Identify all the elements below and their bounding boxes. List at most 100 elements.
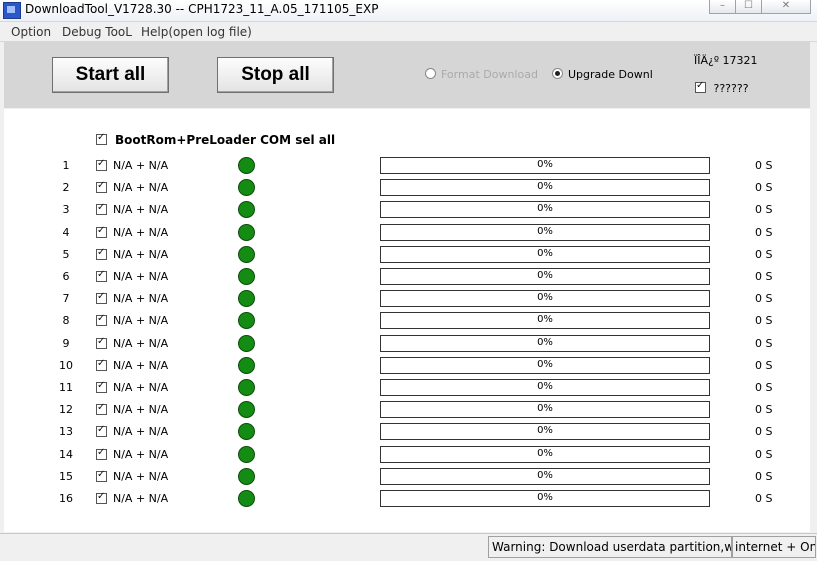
start-all-button[interactable]: Start all bbox=[52, 57, 169, 93]
row-port-label: N/A + N/A bbox=[113, 203, 169, 216]
row-checkbox[interactable] bbox=[96, 180, 107, 193]
radio-off-icon bbox=[425, 68, 436, 79]
row-time: 0 S bbox=[755, 425, 773, 438]
status-bar: Warning: Download userdata partition,wil… bbox=[0, 533, 817, 561]
row-time: 0 S bbox=[755, 248, 773, 261]
row-checkbox[interactable] bbox=[96, 291, 107, 304]
select-all-header[interactable]: BootRom+PreLoader COM sel all bbox=[96, 132, 335, 147]
port-row: 9 N/A + N/A 0% 0 S bbox=[0, 333, 817, 355]
maximize-button[interactable]: ☐ bbox=[735, 0, 762, 14]
toolbar: Start all Stop all Format Download Upgra… bbox=[4, 42, 810, 108]
row-port-label: N/A + N/A bbox=[113, 181, 169, 194]
row-checkbox[interactable] bbox=[96, 158, 107, 171]
status-led-icon bbox=[238, 379, 255, 396]
row-port-label: N/A + N/A bbox=[113, 403, 169, 416]
status-led-icon bbox=[238, 246, 255, 263]
row-number: 12 bbox=[59, 403, 73, 416]
row-time: 0 S bbox=[755, 292, 773, 305]
row-checkbox[interactable] bbox=[96, 469, 107, 482]
row-checkbox[interactable] bbox=[96, 447, 107, 460]
format-download-label: Format Download bbox=[441, 68, 538, 81]
row-time: 0 S bbox=[755, 226, 773, 239]
row-number: 8 bbox=[62, 314, 70, 327]
row-checkbox[interactable] bbox=[96, 380, 107, 393]
status-warning: Warning: Download userdata partition,wil… bbox=[488, 536, 733, 558]
row-checkbox[interactable] bbox=[96, 313, 107, 326]
progress-text: 0% bbox=[537, 292, 553, 303]
row-checkbox[interactable] bbox=[96, 424, 107, 437]
status-led-icon bbox=[238, 157, 255, 174]
row-port-label: N/A + N/A bbox=[113, 337, 169, 350]
row-number: 3 bbox=[62, 203, 70, 216]
row-checkbox[interactable] bbox=[96, 269, 107, 282]
format-download-radio[interactable]: Format Download bbox=[425, 68, 538, 81]
port-row: 16 N/A + N/A 0% 0 S bbox=[0, 488, 817, 510]
progress-text: 0% bbox=[537, 448, 553, 459]
row-port-label: N/A + N/A bbox=[113, 492, 169, 505]
row-port-label: N/A + N/A bbox=[113, 359, 169, 372]
port-row: 13 N/A + N/A 0% 0 S bbox=[0, 421, 817, 443]
port-row: 11 N/A + N/A 0% 0 S bbox=[0, 377, 817, 399]
row-checkbox[interactable] bbox=[96, 225, 107, 238]
checkbox-icon bbox=[695, 80, 706, 93]
row-number: 11 bbox=[59, 381, 73, 394]
port-row: 15 N/A + N/A 0% 0 S bbox=[0, 466, 817, 488]
row-number: 7 bbox=[62, 292, 70, 305]
row-checkbox[interactable] bbox=[96, 491, 107, 504]
menu-debug-tool[interactable]: Debug TooL bbox=[62, 25, 132, 39]
status-led-icon bbox=[238, 224, 255, 241]
progress-text: 0% bbox=[537, 226, 553, 237]
port-row: 14 N/A + N/A 0% 0 S bbox=[0, 444, 817, 466]
row-time: 0 S bbox=[755, 337, 773, 350]
status-led-icon bbox=[238, 201, 255, 218]
port-row: 4 N/A + N/A 0% 0 S bbox=[0, 222, 817, 244]
status-led-icon bbox=[238, 312, 255, 329]
upgrade-download-radio[interactable]: Upgrade Downloa bbox=[552, 68, 652, 81]
progress-text: 0% bbox=[537, 159, 553, 170]
row-time: 0 S bbox=[755, 359, 773, 372]
status-led-icon bbox=[238, 490, 255, 507]
select-all-checkbox-icon bbox=[96, 132, 107, 145]
row-number: 2 bbox=[62, 181, 70, 194]
window-title: DownloadTool_V1728.30 -- CPH1723_11_A.05… bbox=[25, 2, 379, 16]
row-port-label: N/A + N/A bbox=[113, 448, 169, 461]
row-number: 4 bbox=[62, 226, 70, 239]
menu-option[interactable]: Option bbox=[11, 25, 51, 39]
row-checkbox[interactable] bbox=[96, 336, 107, 349]
row-checkbox[interactable] bbox=[96, 358, 107, 371]
row-time: 0 S bbox=[755, 270, 773, 283]
status-led-icon bbox=[238, 446, 255, 463]
row-port-label: N/A + N/A bbox=[113, 248, 169, 261]
row-time: 0 S bbox=[755, 159, 773, 172]
progress-text: 0% bbox=[537, 181, 553, 192]
minimize-button[interactable]: – bbox=[709, 0, 736, 14]
row-checkbox[interactable] bbox=[96, 402, 107, 415]
menu-help[interactable]: Help(open log file) bbox=[141, 25, 252, 39]
close-button[interactable]: ✕ bbox=[761, 0, 811, 14]
option-checkbox-label: ?????? bbox=[713, 82, 749, 95]
status-led-icon bbox=[238, 423, 255, 440]
port-row: 10 N/A + N/A 0% 0 S bbox=[0, 355, 817, 377]
progress-bar: 0% bbox=[380, 490, 710, 507]
progress-text: 0% bbox=[537, 248, 553, 259]
row-checkbox[interactable] bbox=[96, 247, 107, 260]
radio-on-icon bbox=[552, 68, 563, 79]
option-checkbox[interactable]: ?????? bbox=[695, 80, 749, 95]
progress-text: 0% bbox=[537, 492, 553, 503]
progress-text: 0% bbox=[537, 203, 553, 214]
row-time: 0 S bbox=[755, 203, 773, 216]
progress-bar: 0% bbox=[380, 312, 710, 329]
progress-text: 0% bbox=[537, 337, 553, 348]
progress-bar: 0% bbox=[380, 268, 710, 285]
title-bar: DownloadTool_V1728.30 -- CPH1723_11_A.05… bbox=[0, 0, 817, 22]
port-row: 5 N/A + N/A 0% 0 S bbox=[0, 244, 817, 266]
port-row: 12 N/A + N/A 0% 0 S bbox=[0, 399, 817, 421]
row-checkbox[interactable] bbox=[96, 202, 107, 215]
status-mode: internet + Onl bbox=[731, 536, 816, 558]
app-icon bbox=[3, 2, 21, 19]
row-port-label: N/A + N/A bbox=[113, 159, 169, 172]
progress-bar: 0% bbox=[380, 379, 710, 396]
row-port-label: N/A + N/A bbox=[113, 470, 169, 483]
progress-text: 0% bbox=[537, 470, 553, 481]
stop-all-button[interactable]: Stop all bbox=[217, 57, 334, 93]
